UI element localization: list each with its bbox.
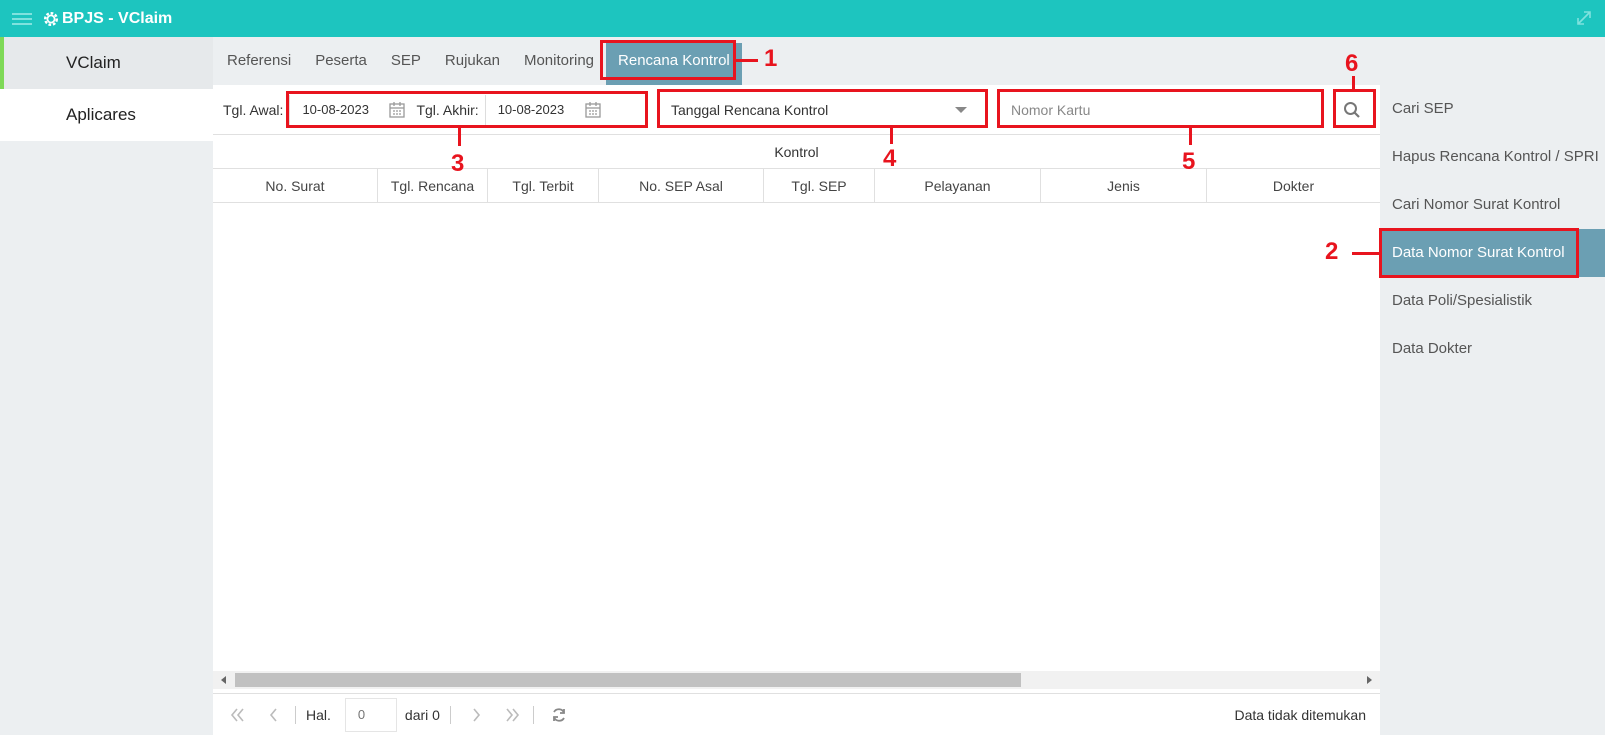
prev-page-button[interactable] [263,704,285,726]
search-icon [1344,102,1360,118]
top-bar: BPJS - VClaim [0,0,1605,37]
pager-info: Data tidak ditemukan [1234,706,1366,723]
tab-rujukan[interactable]: Rujukan [433,37,512,85]
scroll-left-icon[interactable] [221,676,226,684]
horizontal-scrollbar[interactable] [213,671,1380,689]
pager-divider [449,705,451,724]
sidebar-item-label: Aplicares [66,105,136,124]
page-label: Hal. [306,706,331,723]
annotation-number-2: 2 [1325,238,1339,265]
column-tgl-rencana[interactable]: Tgl. Rencana [378,169,488,202]
menu-item-cari-sep[interactable]: Cari SEP [1380,85,1605,133]
pager-divider [295,705,296,724]
start-date-label: Tgl. Awal: [223,101,284,118]
end-date-label: Tgl. Akhir: [416,101,479,118]
annotation-line-4 [890,128,893,144]
next-page-button[interactable] [465,704,487,726]
menu-item-cari-nomor-surat-kontrol[interactable]: Cari Nomor Surat Kontrol [1380,181,1605,229]
table-header: No. Surat Tgl. Rencana Tgl. Terbit No. S… [213,169,1380,203]
filter-bar: Tgl. Awal: Tgl. Akhir: [213,85,1380,135]
refresh-icon [553,707,565,722]
left-sidebar: VClaim Aplicares [0,37,213,735]
main-content: Referensi Peserta SEP Rujukan Monitoring… [213,37,1380,735]
content-panel: Tgl. Awal: Tgl. Akhir: [213,85,1380,735]
annotation-number-6: 6 [1345,50,1359,77]
annotation-number-4: 4 [883,145,897,172]
annotation-number-3: 3 [451,150,465,177]
menu-item-hapus-rencana-kontrol[interactable]: Hapus Rencana Kontrol / SPRI [1380,133,1605,181]
card-number-input[interactable] [999,94,1313,126]
date-type-dropdown[interactable]: Tanggal Rencana Kontrol [659,94,979,126]
pager-divider [532,705,534,724]
gear-logo-icon [43,11,59,26]
date-type-selected: Tanggal Rencana Kontrol [671,102,829,118]
scrollbar-thumb[interactable] [235,673,1021,687]
column-pelayanan[interactable]: Pelayanan [875,169,1041,202]
calendar-icon[interactable] [584,101,602,119]
annotation-number-1: 1 [764,45,778,72]
double-chevron-left-icon [230,707,244,722]
tab-monitoring[interactable]: Monitoring [512,37,606,85]
chevron-down-icon [955,107,967,113]
calendar-icon[interactable] [388,101,406,119]
app-title: BPJS - VClaim [62,9,173,27]
pagination-bar: Hal. dari 0 Data tidak ditemukan [213,693,1380,735]
chevron-right-icon [473,707,480,722]
hamburger-menu-icon[interactable] [12,10,32,28]
annotation-line-1 [736,59,758,62]
start-date-box [289,94,414,125]
annotation-line-2 [1352,252,1379,255]
menu-item-data-poli[interactable]: Data Poli/Spesialistik [1380,277,1605,325]
sidebar-item-aplicares[interactable]: Aplicares [0,89,213,141]
column-tgl-terbit[interactable]: Tgl. Terbit [488,169,599,202]
table-body [213,203,1380,637]
last-page-button[interactable] [501,704,523,726]
column-tgl-sep[interactable]: Tgl. SEP [764,169,875,202]
column-dokter[interactable]: Dokter [1207,169,1380,202]
start-date-input[interactable] [290,102,381,117]
tab-referensi[interactable]: Referensi [215,37,303,85]
refresh-button[interactable] [548,704,570,726]
page-total-label: dari 0 [404,706,440,723]
menu-item-data-dokter[interactable]: Data Dokter [1380,325,1605,373]
double-chevron-right-icon [506,707,519,722]
expand-icon[interactable] [1575,9,1593,27]
annotation-line-5 [1189,128,1192,145]
page-number-input[interactable] [344,697,397,732]
tab-peserta[interactable]: Peserta [303,37,379,85]
sidebar-item-vclaim[interactable]: VClaim [0,37,213,89]
end-date-input[interactable] [485,102,576,117]
right-sidebar: Cari SEP Hapus Rencana Kontrol / SPRI Ca… [1380,85,1605,373]
column-no-surat[interactable]: No. Surat [213,169,378,202]
tab-rencana-kontrol[interactable]: Rencana Kontrol [606,43,742,85]
chevron-left-icon [269,707,277,722]
end-date-box [484,94,610,125]
sidebar-item-label: VClaim [66,53,121,72]
column-no-sep-asal[interactable]: No. SEP Asal [599,169,764,202]
search-button[interactable] [1335,94,1369,126]
menu-item-data-nomor-surat-kontrol[interactable]: Data Nomor Surat Kontrol [1380,229,1605,277]
annotation-number-5: 5 [1182,148,1196,175]
annotation-line-3 [458,128,461,146]
table-group-header: Kontrol [213,135,1380,169]
first-page-button[interactable] [227,704,249,726]
tab-bar: Referensi Peserta SEP Rujukan Monitoring… [213,37,1380,85]
scroll-right-icon[interactable] [1367,676,1372,684]
tab-sep[interactable]: SEP [379,37,433,85]
